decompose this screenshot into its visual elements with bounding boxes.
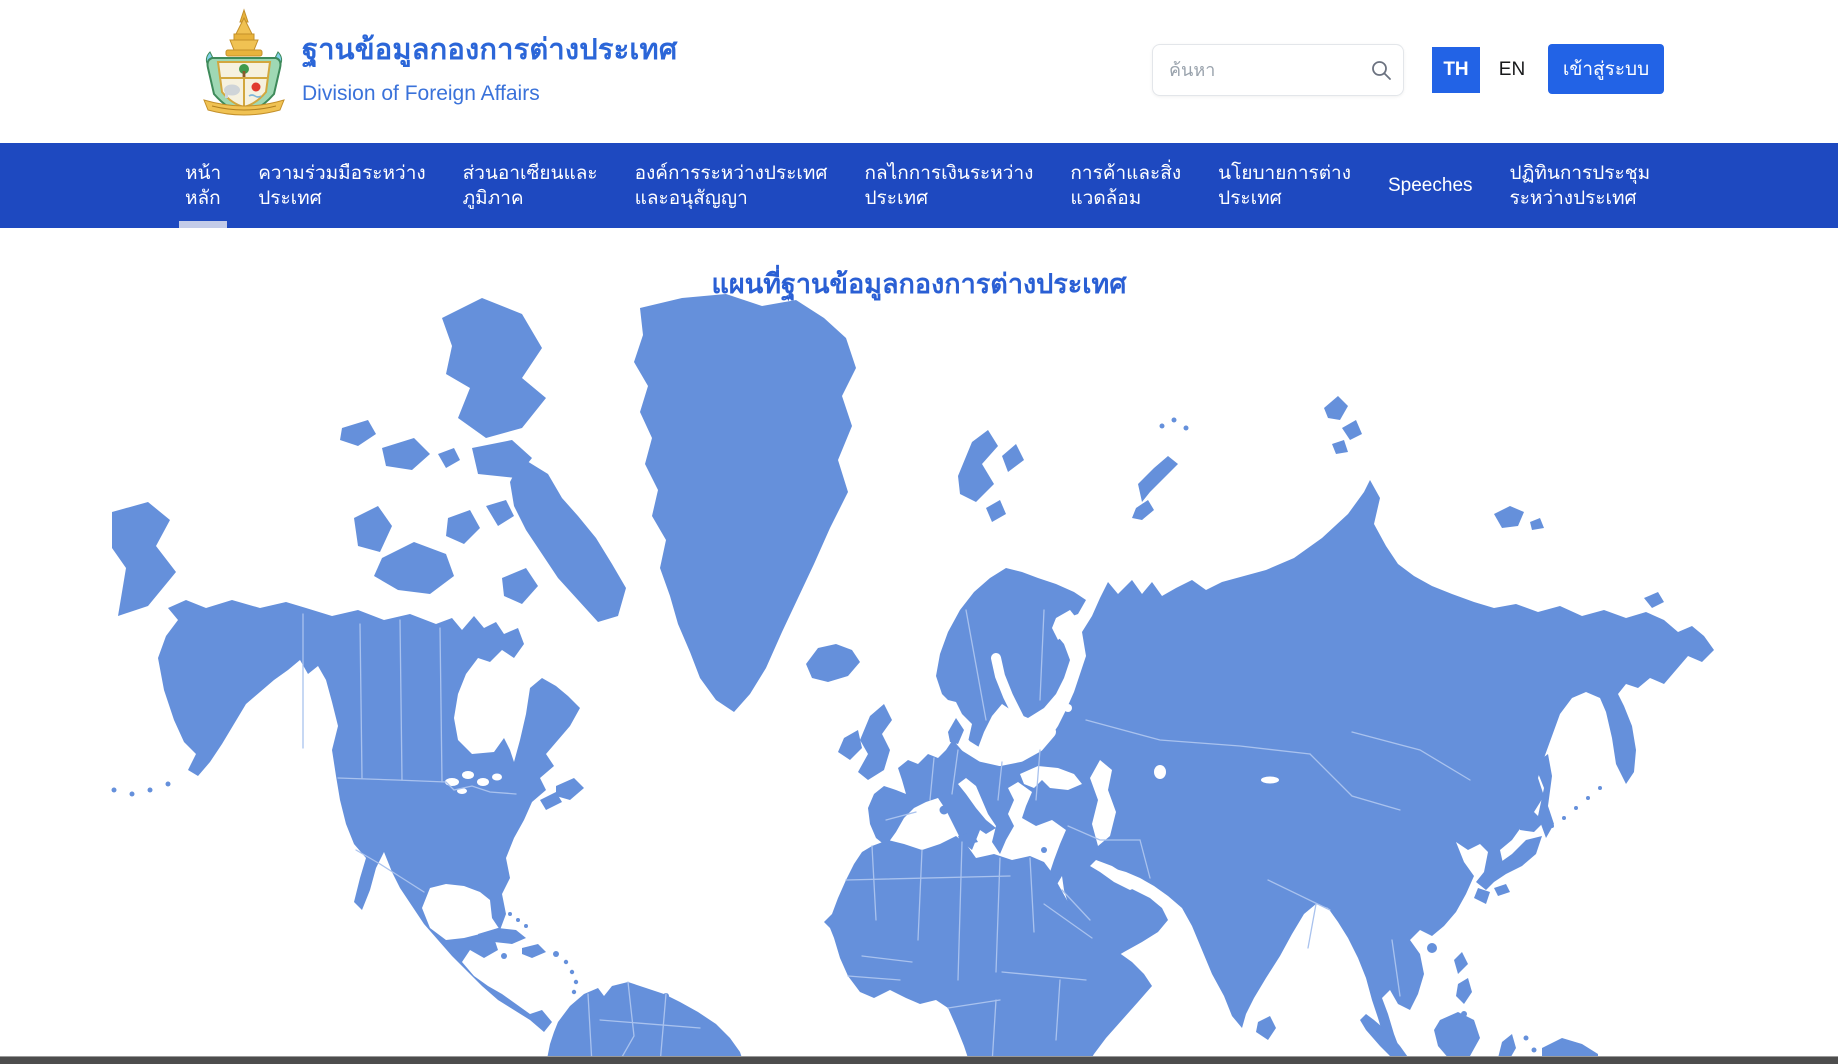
nav-label: ประเทศ xyxy=(1218,186,1351,211)
login-button[interactable]: เข้าสู่ระบบ xyxy=(1548,44,1664,94)
site-title: ฐานข้อมูลกองการต่างประเทศ xyxy=(302,26,677,72)
nav-label: ส่วนอาเซียนและ xyxy=(463,161,598,186)
world-map[interactable] xyxy=(0,280,1838,1064)
nav-item-speeches[interactable]: Speeches xyxy=(1388,143,1473,228)
nav-label: ความร่วมมือระหว่าง xyxy=(258,161,425,186)
map-landmasses xyxy=(112,294,1715,1064)
nav-item-international-organizations[interactable]: องค์การระหว่างประเทศ และอนุสัญญา xyxy=(635,143,828,228)
nav-label: ระหว่างประเทศ xyxy=(1510,186,1651,211)
nav-item-financial-mechanisms[interactable]: กลไกการเงินระหว่าง ประเทศ xyxy=(865,143,1034,228)
search-input[interactable] xyxy=(1153,60,1359,81)
nav-label: หน้า xyxy=(185,161,221,186)
nav-label: องค์การระหว่างประเทศ xyxy=(635,161,828,186)
nav-label: แวดล้อม xyxy=(1070,186,1181,211)
language-toggle-en[interactable]: EN xyxy=(1488,47,1536,93)
site-subtitle: Division of Foreign Affairs xyxy=(302,82,677,106)
nav-item-trade-environment[interactable]: การค้าและสิ่ง แวดล้อม xyxy=(1070,143,1181,228)
nav-label: ประเทศ xyxy=(258,186,425,211)
nav-label: และอนุสัญญา xyxy=(635,186,828,211)
page: ฐานข้อมูลกองการต่างประเทศ Division of Fo… xyxy=(0,0,1838,1064)
nav-item-international-cooperation[interactable]: ความร่วมมือระหว่าง ประเทศ xyxy=(258,143,425,228)
ministry-crest-logo[interactable] xyxy=(198,8,290,120)
nav-label: ภูมิภาค xyxy=(463,186,598,211)
main-navigation: หน้า หลัก ความร่วมมือระหว่าง ประเทศ ส่วน… xyxy=(0,143,1838,228)
nav-label: นโยบายการต่าง xyxy=(1218,161,1351,186)
header: ฐานข้อมูลกองการต่างประเทศ Division of Fo… xyxy=(0,0,1838,143)
active-tab-underline xyxy=(179,221,227,228)
nav-label: หลัก xyxy=(185,186,221,211)
brand: ฐานข้อมูลกองการต่างประเทศ Division of Fo… xyxy=(302,26,677,106)
nav-label: กลไกการเงินระหว่าง xyxy=(865,161,1034,186)
nav-label: การค้าและสิ่ง xyxy=(1070,161,1181,186)
search-box xyxy=(1152,44,1404,96)
language-toggle-th[interactable]: TH xyxy=(1432,47,1480,93)
nav-label: Speeches xyxy=(1388,173,1473,198)
nav-item-meetings-calendar[interactable]: ปฏิทินการประชุม ระหว่างประเทศ xyxy=(1510,143,1651,228)
nav-label: ประเทศ xyxy=(865,186,1034,211)
nav-label: ปฏิทินการประชุม xyxy=(1510,161,1651,186)
nav-item-foreign-policy[interactable]: นโยบายการต่าง ประเทศ xyxy=(1218,143,1351,228)
nav-item-asean-region[interactable]: ส่วนอาเซียนและ ภูมิภาค xyxy=(463,143,598,228)
search-icon[interactable] xyxy=(1359,45,1403,95)
page-title: แผนที่ฐานข้อมูลกองการต่างประเทศ xyxy=(0,262,1838,305)
nav-item-home[interactable]: หน้า หลัก xyxy=(185,143,221,228)
bottom-bar xyxy=(0,1056,1838,1064)
